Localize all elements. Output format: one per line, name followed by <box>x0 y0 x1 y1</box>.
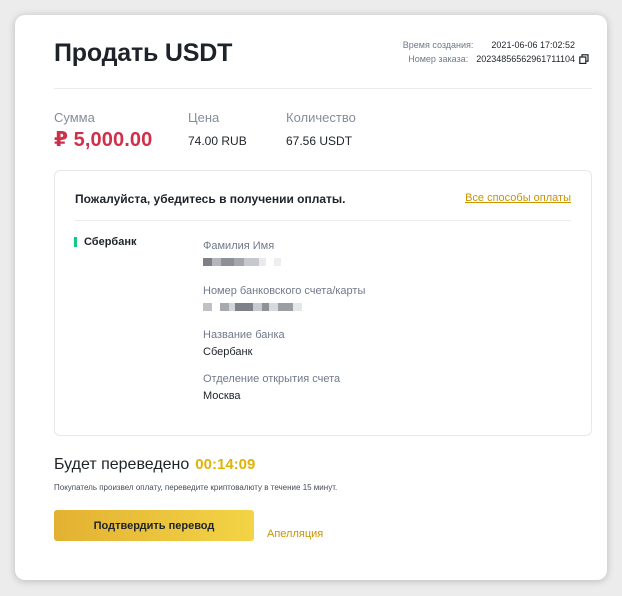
account-number-field: Номер банковского счета/карты <box>203 285 365 311</box>
order-meta: Время создания: 2021-06-06 17:02:52 Номе… <box>403 38 589 66</box>
countdown-timer: 00:14:09 <box>195 456 256 473</box>
payment-method-tab-sberbank[interactable]: Сбербанк <box>74 236 137 248</box>
amount-value: ₽ 5,000.00 <box>54 129 153 151</box>
payment-divider <box>75 220 571 221</box>
account-number-redacted <box>203 303 365 311</box>
payment-heading: Пожалуйста, убедитесь в получении оплаты… <box>75 192 346 206</box>
transfer-label: Будет переведено <box>54 456 190 473</box>
created-value: 2021-06-06 17:02:52 <box>491 40 575 50</box>
order-card: Продать USDT Время создания: 2021-06-06 … <box>15 15 607 580</box>
appeal-link[interactable]: Апелляция <box>267 528 323 540</box>
account-name-field: Фамилия Имя <box>203 240 281 266</box>
payment-method-label: Сбербанк <box>84 236 137 248</box>
account-number-label: Номер банковского счета/карты <box>203 285 366 297</box>
copy-icon[interactable] <box>579 54 589 64</box>
created-label: Время создания: <box>402 40 474 50</box>
branch-value: Москва <box>203 390 241 402</box>
transfer-status: Будет переведено 00:14:09 <box>54 456 255 474</box>
branch-label: Отделение открытия счета <box>203 373 341 385</box>
payment-method-marker <box>74 237 77 247</box>
confirm-transfer-button[interactable]: Подтвердить перевод <box>54 510 254 541</box>
price-value: 74.00 RUB <box>188 134 247 148</box>
header-divider <box>54 88 592 89</box>
order-number-row: Номер заказа: 20234856562961711104 <box>403 52 589 66</box>
branch-field: Отделение открытия счета Москва <box>203 373 340 402</box>
amount-block: Сумма ₽ 5,000.00 <box>54 110 152 152</box>
payment-details-box: Пожалуйста, убедитесь в получении оплаты… <box>54 170 592 436</box>
price-label: Цена <box>188 110 220 125</box>
quantity-value: 67.56 USDT <box>286 134 353 148</box>
account-name-label: Фамилия Имя <box>203 240 275 252</box>
bank-name-label: Название банка <box>203 329 285 341</box>
page-title: Продать USDT <box>54 39 233 67</box>
account-name-redacted <box>203 258 281 266</box>
quantity-block: Количество 67.56 USDT <box>286 110 356 148</box>
amount-label: Сумма <box>54 110 95 125</box>
bank-name-value: Сбербанк <box>203 346 253 358</box>
price-block: Цена 74.00 RUB <box>188 110 247 148</box>
quantity-label: Количество <box>286 110 356 125</box>
order-number-value: 20234856562961711104 <box>476 54 575 64</box>
created-row: Время создания: 2021-06-06 17:02:52 <box>403 38 589 52</box>
bank-name-field: Название банка Сбербанк <box>203 329 285 358</box>
all-payment-methods-link[interactable]: Все способы оплаты <box>465 192 571 204</box>
transfer-hint: Покупатель произвел оплату, переведите к… <box>54 483 338 492</box>
order-number-label: Номер заказа: <box>408 54 469 64</box>
